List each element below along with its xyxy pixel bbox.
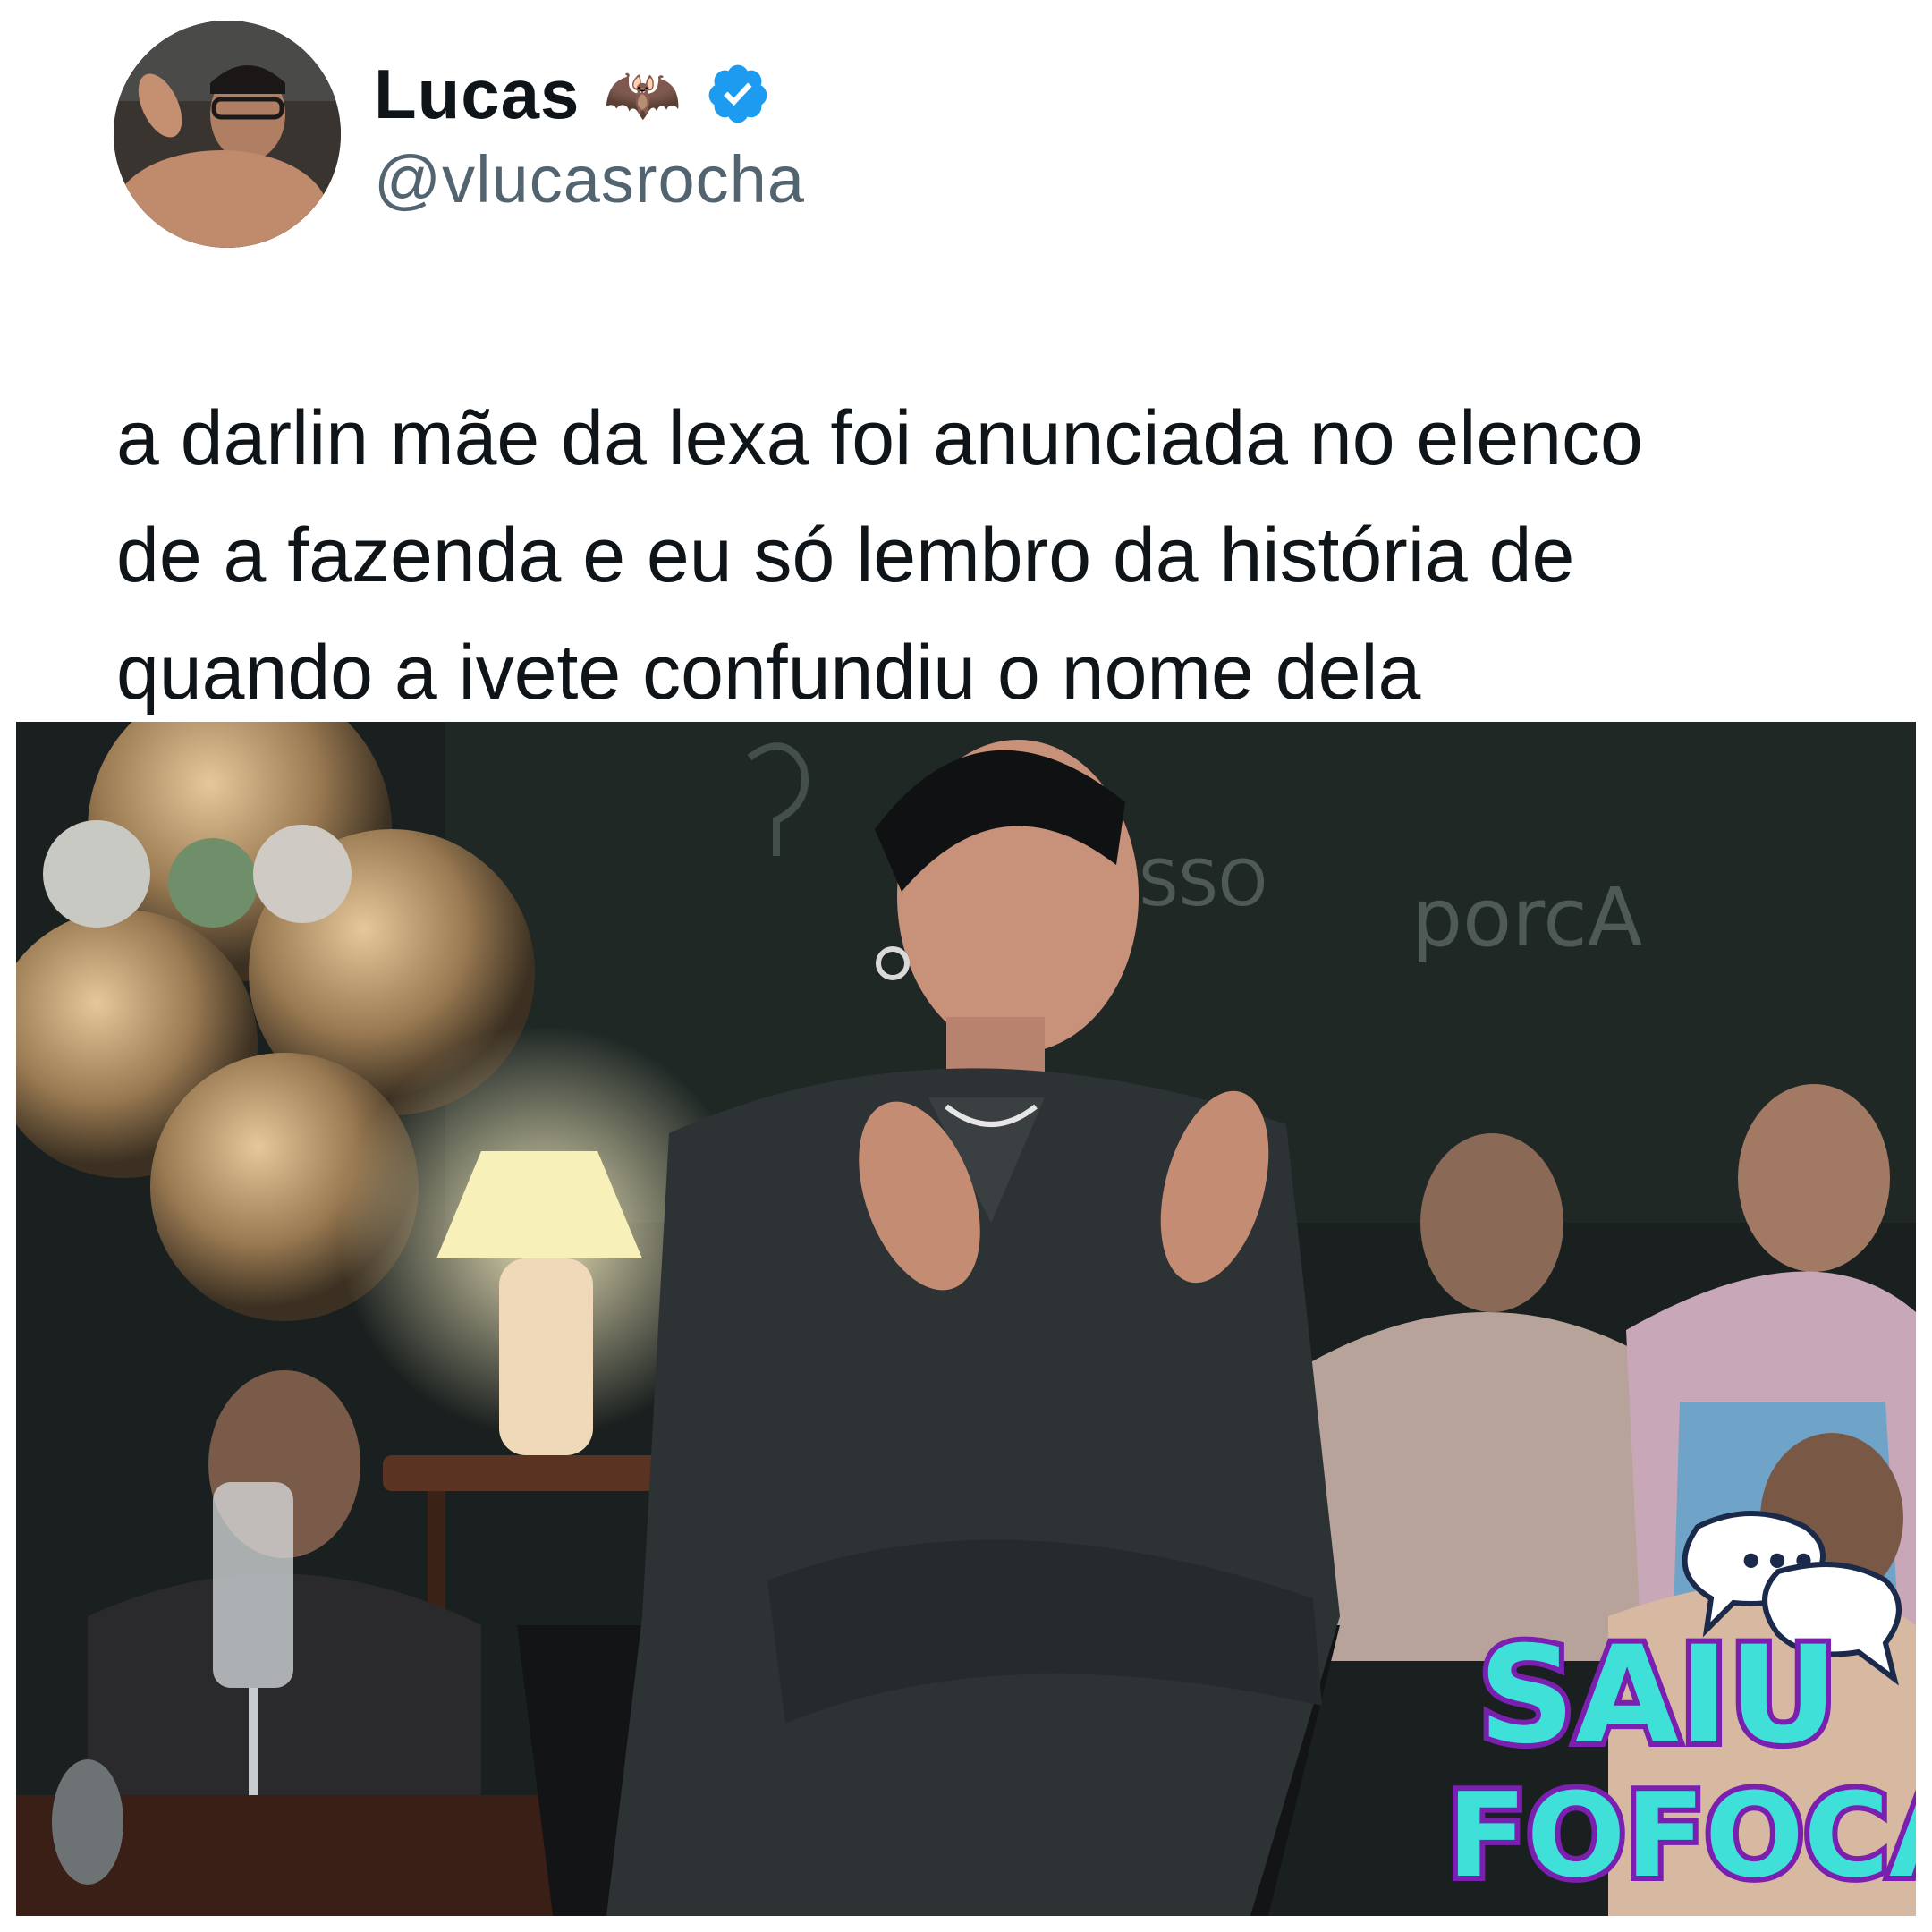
bat-icon: 🦇 xyxy=(603,59,682,129)
video-frame-image: SSO porcA ••• SAIU FOFOC xyxy=(16,722,1916,1916)
tweet-text-line: quando a ivete confundiu o nome dela xyxy=(116,630,1421,716)
chat-bubble-icon: ••• xyxy=(1738,1538,1817,1586)
watermark-line2: FOFOCA xyxy=(1447,1767,1916,1903)
chalkboard-writing: SSO xyxy=(1139,847,1267,920)
author-avatar[interactable] xyxy=(114,21,341,248)
tweet-card: Lucas 🦇 @vlucasrocha a darlin mãe da lex… xyxy=(0,0,1932,1932)
author-handle[interactable]: @vlucasrocha xyxy=(374,141,805,217)
tweet-text: a darlin mãe da lexa foi anunciada no el… xyxy=(116,380,1834,732)
author-name-row: Lucas 🦇 xyxy=(374,45,771,143)
watermark-line1: SAIU xyxy=(1479,1618,1838,1774)
tweet-media-video-frame[interactable]: SSO porcA ••• SAIU FOFOC xyxy=(16,722,1916,1916)
avatar-photo xyxy=(114,21,341,248)
author-display-name[interactable]: Lucas xyxy=(374,54,580,135)
tweet-text-line: a darlin mãe da lexa foi anunciada no el… xyxy=(116,395,1643,481)
tweet-text-line: de a fazenda e eu só lembro da história … xyxy=(116,513,1575,598)
chalkboard-writing: porcA xyxy=(1411,871,1642,965)
verified-badge-icon[interactable] xyxy=(705,61,771,127)
